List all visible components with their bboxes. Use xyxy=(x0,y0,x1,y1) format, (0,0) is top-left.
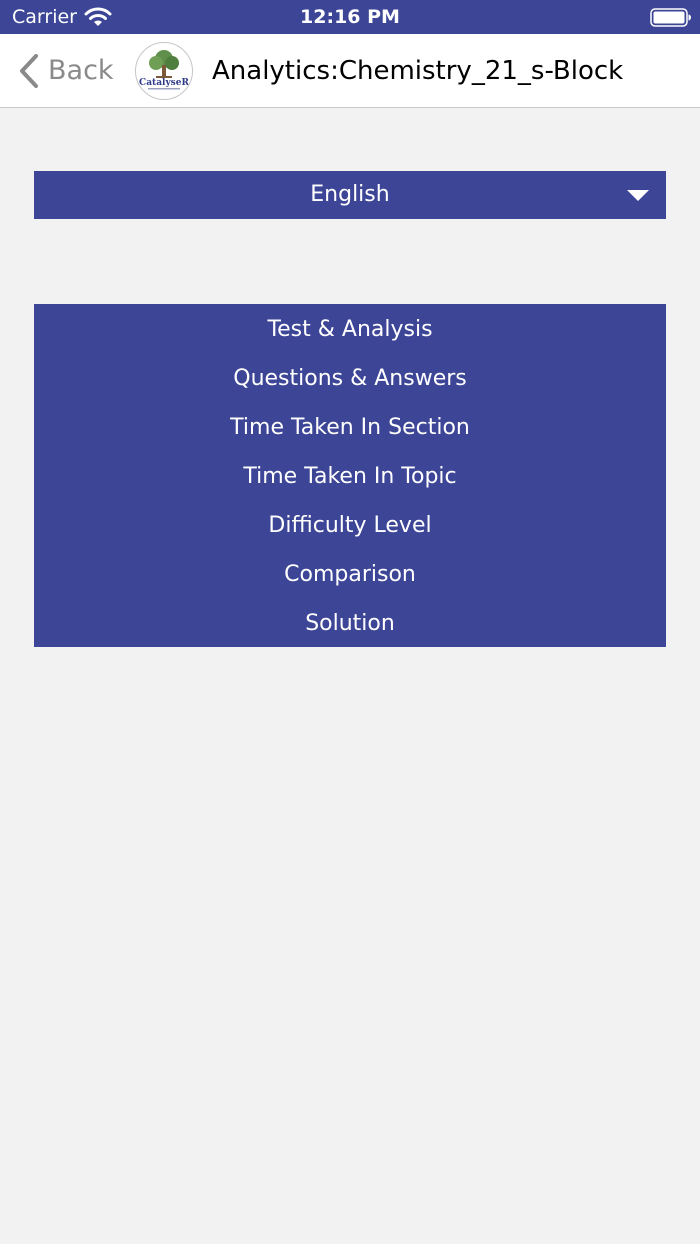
menu-item-solution[interactable]: Solution xyxy=(34,599,666,648)
menu-item-questions-answers[interactable]: Questions & Answers xyxy=(34,354,666,403)
back-label: Back xyxy=(48,55,114,86)
language-selected-value: English xyxy=(310,182,390,207)
back-button[interactable]: Back xyxy=(18,50,114,92)
status-time: 12:16 PM xyxy=(300,6,400,28)
page-title: Analytics:Chemistry_21_s-Block xyxy=(212,56,624,86)
menu-item-comparison[interactable]: Comparison xyxy=(34,550,666,599)
battery-icon xyxy=(650,8,691,27)
status-bar: Carrier 12:16 PM xyxy=(0,0,700,34)
tree-logo-icon: CatalyseR xyxy=(139,50,189,90)
app-logo: CatalyseR xyxy=(135,42,193,100)
menu-item-time-taken-topic[interactable]: Time Taken In Topic xyxy=(34,452,666,501)
menu-item-test-analysis[interactable]: Test & Analysis xyxy=(34,305,666,354)
menu-item-time-taken-section[interactable]: Time Taken In Section xyxy=(34,403,666,452)
caret-down-icon xyxy=(627,190,649,201)
nav-bar: Back CatalyseR Analytics:Chemistry_21_s-… xyxy=(0,34,700,108)
chevron-left-icon xyxy=(20,54,38,88)
menu-item-difficulty-level[interactable]: Difficulty Level xyxy=(34,501,666,550)
analytics-menu: Test & Analysis Questions & Answers Time… xyxy=(34,304,666,647)
logo-text: CatalyseR xyxy=(139,78,189,88)
language-select[interactable]: English xyxy=(34,171,666,219)
